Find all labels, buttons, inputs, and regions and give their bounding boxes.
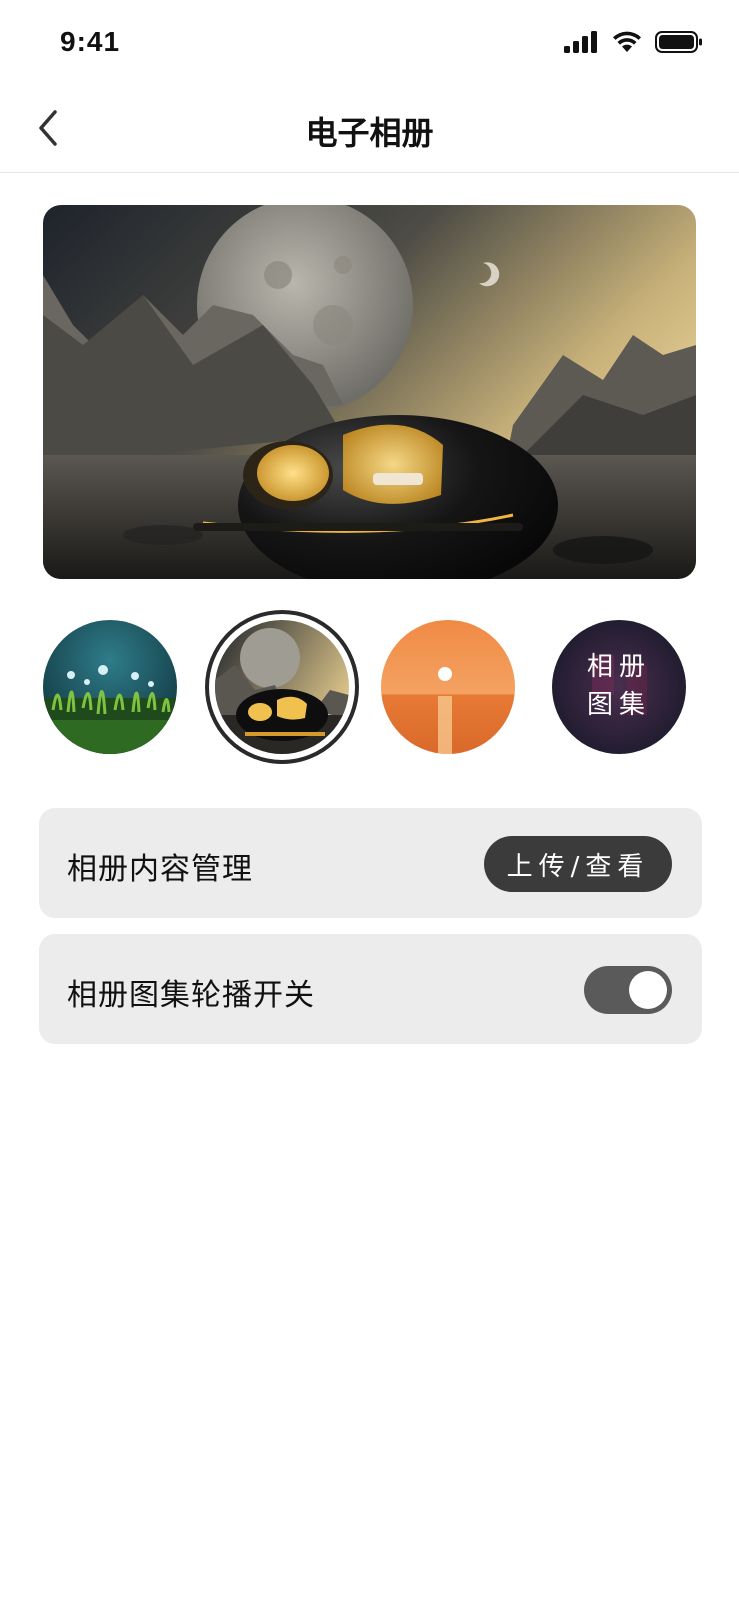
sunset-sea-image [381,620,515,754]
upload-view-button[interactable]: 上传/查看 [484,836,672,892]
status-icons [563,30,703,54]
thumbnail-inner [215,620,349,754]
carousel-switch-label: 相册图集轮播开关 [67,978,315,1013]
carousel-toggle[interactable] [584,966,672,1014]
carousel-switch-row: 相册图集轮播开关 [39,934,702,1044]
toggle-knob [629,971,667,1009]
album-gallery-thumbnail[interactable]: 相册 图集 [552,620,686,754]
sunset-sea-thumbnail[interactable] [381,620,515,754]
page-title: 电子相册 [305,114,434,152]
content-manage-row: 相册内容管理 上传/查看 [39,808,702,918]
wifi-icon [613,31,641,52]
moon-capsule-image [43,205,696,579]
battery-icon [655,31,702,53]
album-gallery-label: 相册 图集 [586,652,651,720]
moon-capsule-thumbnail-image [215,620,349,754]
moss-dew-thumbnail[interactable] [43,620,177,754]
moon-capsule-thumbnail[interactable] [205,610,359,764]
status-time: 9:41 [60,26,121,57]
signal-icon [564,31,597,53]
thumbnail-strip: 相册 图集 [0,610,739,770]
moss-dew-image [43,620,177,754]
status-bar: 9:41 [0,0,739,90]
hero-image [43,205,696,579]
content-manage-label: 相册内容管理 [67,852,253,887]
nav-bar: 电子相册 [0,90,739,173]
